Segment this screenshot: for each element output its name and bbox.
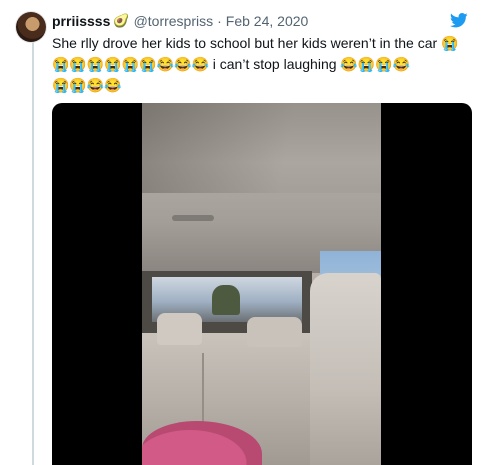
video-player[interactable] — [52, 103, 472, 465]
display-name[interactable]: prriissss — [52, 13, 110, 29]
headrest-middle — [247, 317, 302, 347]
thread-line — [32, 40, 34, 465]
twitter-bird-icon[interactable] — [450, 13, 468, 28]
video-frame[interactable] — [142, 103, 381, 465]
tree — [212, 285, 240, 315]
tweet-text-line: She rlly drove her kids to school but he… — [52, 35, 459, 51]
tweet-header: prriissss 🥑 @torrespriss · Feb 24, 2020 — [52, 11, 465, 31]
headrest-left — [157, 313, 202, 345]
tweet-text-line: 😭😭😭😭😭😭😂😂😂 i can’t stop laughing 😂😭😭😂 — [52, 56, 411, 72]
tweet-text-line: 😭😭😂😂 — [52, 77, 122, 93]
tweet-date[interactable]: Feb 24, 2020 — [226, 13, 309, 29]
grab-handle — [172, 215, 214, 221]
tweet-text: She rlly drove her kids to school but he… — [52, 33, 472, 96]
separator-dot: · — [217, 13, 222, 29]
ceiling-shadow — [142, 103, 381, 193]
avocado-emoji: 🥑 — [113, 13, 130, 28]
avatar[interactable] — [16, 12, 46, 42]
user-handle[interactable]: @torrespriss — [134, 13, 214, 29]
front-seat — [310, 273, 381, 465]
